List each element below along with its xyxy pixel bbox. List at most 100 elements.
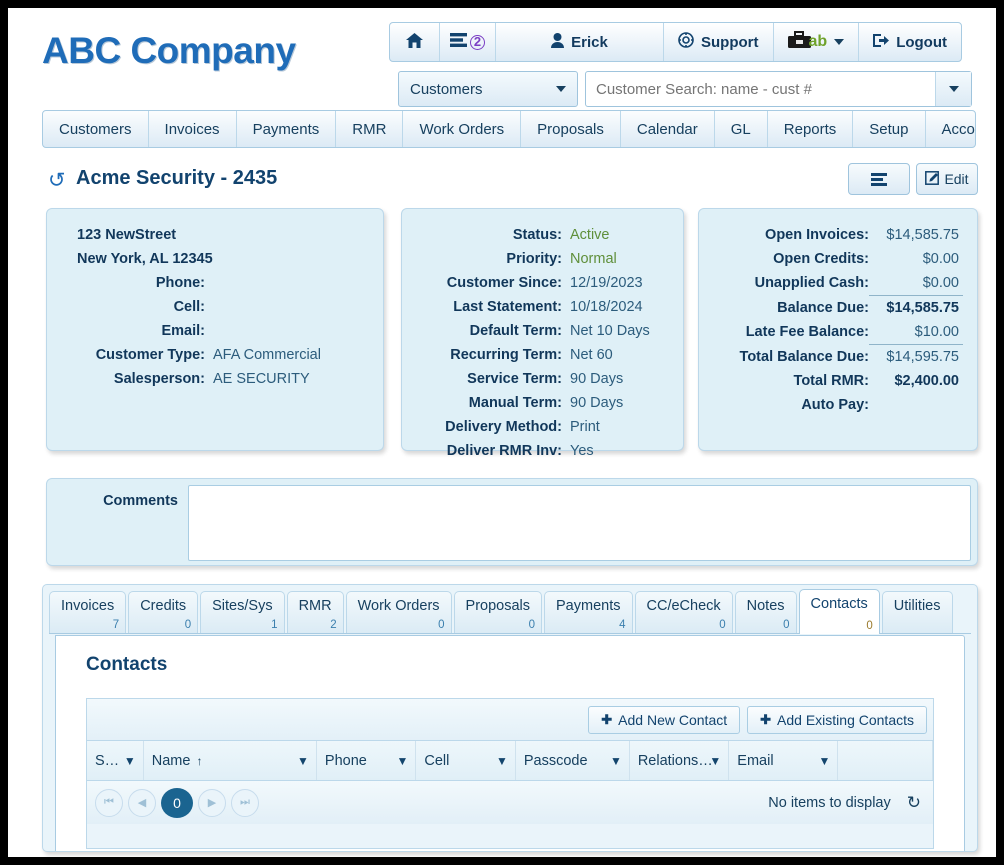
tab-workorders[interactable]: Work Orders 0 <box>345 591 452 633</box>
tab-invoices[interactable]: Invoices 7 <box>49 591 127 633</box>
tab-rmr[interactable]: RMR 2 <box>286 591 344 633</box>
financial-value: $10.00 <box>869 320 963 345</box>
support-button[interactable]: Support <box>664 23 774 61</box>
tab-sitessys[interactable]: Sites/Sys 1 <box>200 591 285 633</box>
customer-info-panel: 123 NewStreet New York, AL 12345 Phone: C… <box>46 208 384 451</box>
column-header-blank <box>838 741 934 780</box>
column-header-label: Email <box>737 752 774 769</box>
pager-prev-button[interactable]: ◀ <box>128 788 156 817</box>
financial-label: Late Fee Balance: <box>745 324 869 340</box>
add-existing-contacts-button[interactable]: ✚ Add Existing Contacts <box>747 705 927 734</box>
customer-info-row: Email: <box>57 319 369 343</box>
nav-item-invoices[interactable]: Invoices <box>149 111 237 147</box>
add-new-contact-button[interactable]: ✚ Add New Contact <box>588 705 741 734</box>
nav-item-setup[interactable]: Setup <box>853 111 926 147</box>
status-panel: Status: Active Priority: Normal Customer Sin… <box>401 208 684 459</box>
pager-last-button[interactable]: ⏭ <box>231 788 259 817</box>
plus-circle-icon: ✚ <box>601 711 613 727</box>
briefcase-menu-button[interactable]: ab <box>774 23 860 61</box>
nav-item-workorders[interactable]: Work Orders <box>403 111 522 147</box>
notifications-button[interactable]: 2 <box>440 23 496 61</box>
filter-icon[interactable]: ▼ <box>819 754 831 768</box>
filter-icon[interactable]: ▼ <box>396 754 408 768</box>
filter-icon[interactable]: ▼ <box>496 754 508 768</box>
column-header-passcode[interactable]: Passcode ▼ <box>515 741 630 780</box>
refresh-icon[interactable]: ↻ <box>907 793 921 813</box>
column-header-cell[interactable]: Cell ▼ <box>416 741 516 780</box>
nav-item-reports[interactable]: Reports <box>768 111 854 147</box>
tab-ccecheck[interactable]: CC/eCheck 0 <box>634 591 733 633</box>
status-label: Last Statement: <box>453 299 562 315</box>
tab-utilities[interactable]: Utilities <box>881 591 953 633</box>
search-scope-select[interactable]: Customers <box>398 71 578 107</box>
status-value: 12/19/2023 <box>570 275 643 291</box>
detail-tab-strip: Invoices 7 Credits 0 Sites/Sys 1 RMR 2 Work Orde… <box>49 589 971 634</box>
tab-contacts[interactable]: Contacts 0 <box>798 589 880 634</box>
tab-count: 1 <box>271 619 278 631</box>
column-header-label: Cell <box>424 752 450 769</box>
column-header-s[interactable]: S… ▼ <box>87 741 144 780</box>
nav-item-gl[interactable]: GL <box>715 111 768 147</box>
status-value: Active <box>570 227 610 243</box>
plus-circle-icon: ✚ <box>760 711 772 727</box>
search-input[interactable] <box>586 80 935 98</box>
column-header-name[interactable]: Name ↑ ▼ <box>143 741 317 780</box>
status-value: 10/18/2024 <box>570 299 643 315</box>
status-value: Print <box>570 419 600 435</box>
history-icon[interactable]: ↺ <box>48 168 66 193</box>
status-row: Recurring Term: Net 60 <box>412 343 669 367</box>
financial-row: Late Fee Balance: $10.00 <box>709 320 963 345</box>
status-row: Delivery Method: Print <box>412 415 669 439</box>
address-line1: 123 NewStreet <box>77 227 177 243</box>
tab-proposals[interactable]: Proposals 0 <box>453 591 543 633</box>
status-label: Deliver RMR Inv: <box>446 443 562 459</box>
filter-icon[interactable]: ▼ <box>124 754 136 768</box>
notification-badge: 2 <box>470 34 485 50</box>
status-value: Normal <box>570 251 617 267</box>
nav-item-accounting[interactable]: Accounting ▾ <box>926 111 976 147</box>
financial-value: $0.00 <box>922 251 959 267</box>
customer-info-row: Customer Type: AFA Commercial <box>57 343 369 367</box>
status-row: Status: Active <box>412 223 669 247</box>
comments-input[interactable] <box>188 485 971 561</box>
financial-value: $14,585.75 <box>886 300 959 316</box>
logout-button[interactable]: Logout <box>859 23 961 61</box>
filter-icon[interactable]: ▼ <box>297 754 309 768</box>
customer-info-row: Salesperson: AE SECURITY <box>57 367 369 391</box>
status-value: Yes <box>570 443 594 459</box>
column-header-relationsh[interactable]: Relationsh… ▼ <box>629 741 730 780</box>
tab-notes[interactable]: Notes 0 <box>734 591 797 633</box>
pager-next-button[interactable]: ▶ <box>198 788 226 817</box>
home-button[interactable] <box>390 23 440 61</box>
column-header-email[interactable]: Email ▼ <box>729 741 839 780</box>
nav-item-customers[interactable]: Customers <box>43 111 149 147</box>
user-menu-button[interactable]: Erick <box>496 23 665 61</box>
pager-first-button[interactable]: ⏮ <box>95 788 123 817</box>
edit-button[interactable]: Edit <box>916 163 978 195</box>
nav-item-proposals[interactable]: Proposals <box>521 111 621 147</box>
financial-label: Total Balance Due: <box>739 349 869 365</box>
filter-icon[interactable]: ▼ <box>610 754 622 768</box>
tab-count: 0 <box>438 619 445 631</box>
column-header-phone[interactable]: Phone ▼ <box>316 741 417 780</box>
nav-item-payments[interactable]: Payments <box>237 111 337 147</box>
search-row: Customers <box>398 71 972 107</box>
grid-empty-status: No items to display <box>768 794 891 811</box>
search-scope-value: Customers <box>410 80 483 98</box>
nav-item-rmr[interactable]: RMR <box>336 111 404 147</box>
tab-credits[interactable]: Credits 0 <box>128 591 199 633</box>
financial-row: Auto Pay: <box>709 393 963 417</box>
financial-label: Total RMR: <box>793 373 869 389</box>
financial-row: Unapplied Cash: $0.00 <box>709 271 963 296</box>
pager-current-page[interactable]: 0 <box>161 787 193 818</box>
list-view-button[interactable] <box>848 163 910 195</box>
search-dropdown-button[interactable] <box>935 72 971 106</box>
customer-info-label: Salesperson: <box>113 371 205 387</box>
status-label: Customer Since: <box>446 275 562 291</box>
filter-icon[interactable]: ▼ <box>709 754 721 768</box>
nav-item-calendar[interactable]: Calendar <box>621 111 715 147</box>
status-row: Last Statement: 10/18/2024 <box>412 295 669 319</box>
contacts-grid: ✚ Add New Contact ✚ Add Existing Contact… <box>86 698 934 849</box>
tab-payments[interactable]: Payments 4 <box>544 591 633 633</box>
financial-label: Auto Pay: <box>801 397 869 413</box>
